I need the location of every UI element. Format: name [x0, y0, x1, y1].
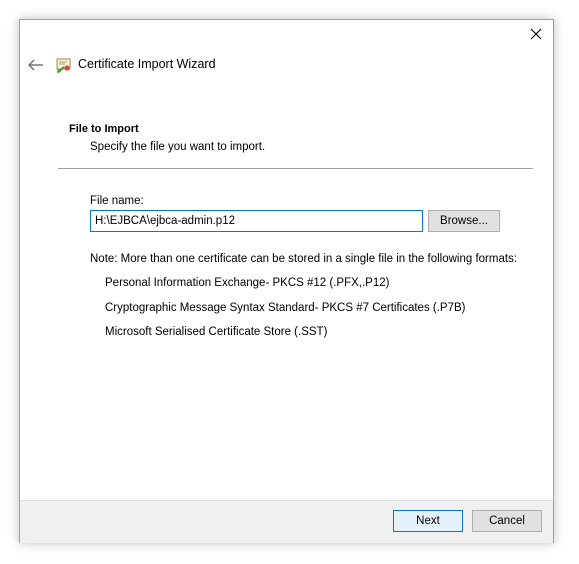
certificate-icon [56, 58, 71, 73]
close-icon [530, 28, 542, 40]
back-button[interactable] [26, 57, 46, 73]
file-name-label: File name: [90, 195, 144, 207]
format-item: Microsoft Serialised Certificate Store (… [105, 326, 328, 338]
back-arrow-icon [28, 59, 43, 71]
section-subheading: Specify the file you want to import. [90, 141, 266, 153]
wizard-window: Certificate Import Wizard File to Import… [19, 19, 554, 543]
format-item: Personal Information Exchange- PKCS #12 … [105, 277, 390, 289]
wizard-footer: Next Cancel [20, 500, 553, 543]
window-title: Certificate Import Wizard [78, 57, 216, 71]
close-button[interactable] [519, 20, 553, 48]
next-button[interactable]: Next [393, 510, 463, 532]
note-text: Note: More than one certificate can be s… [90, 253, 518, 265]
format-item: Cryptographic Message Syntax Standard- P… [105, 302, 466, 314]
browse-button[interactable]: Browse... [428, 210, 500, 232]
file-name-input[interactable] [90, 210, 423, 232]
header-divider [58, 168, 533, 169]
cancel-button[interactable]: Cancel [472, 510, 542, 532]
section-heading: File to Import [69, 123, 139, 135]
